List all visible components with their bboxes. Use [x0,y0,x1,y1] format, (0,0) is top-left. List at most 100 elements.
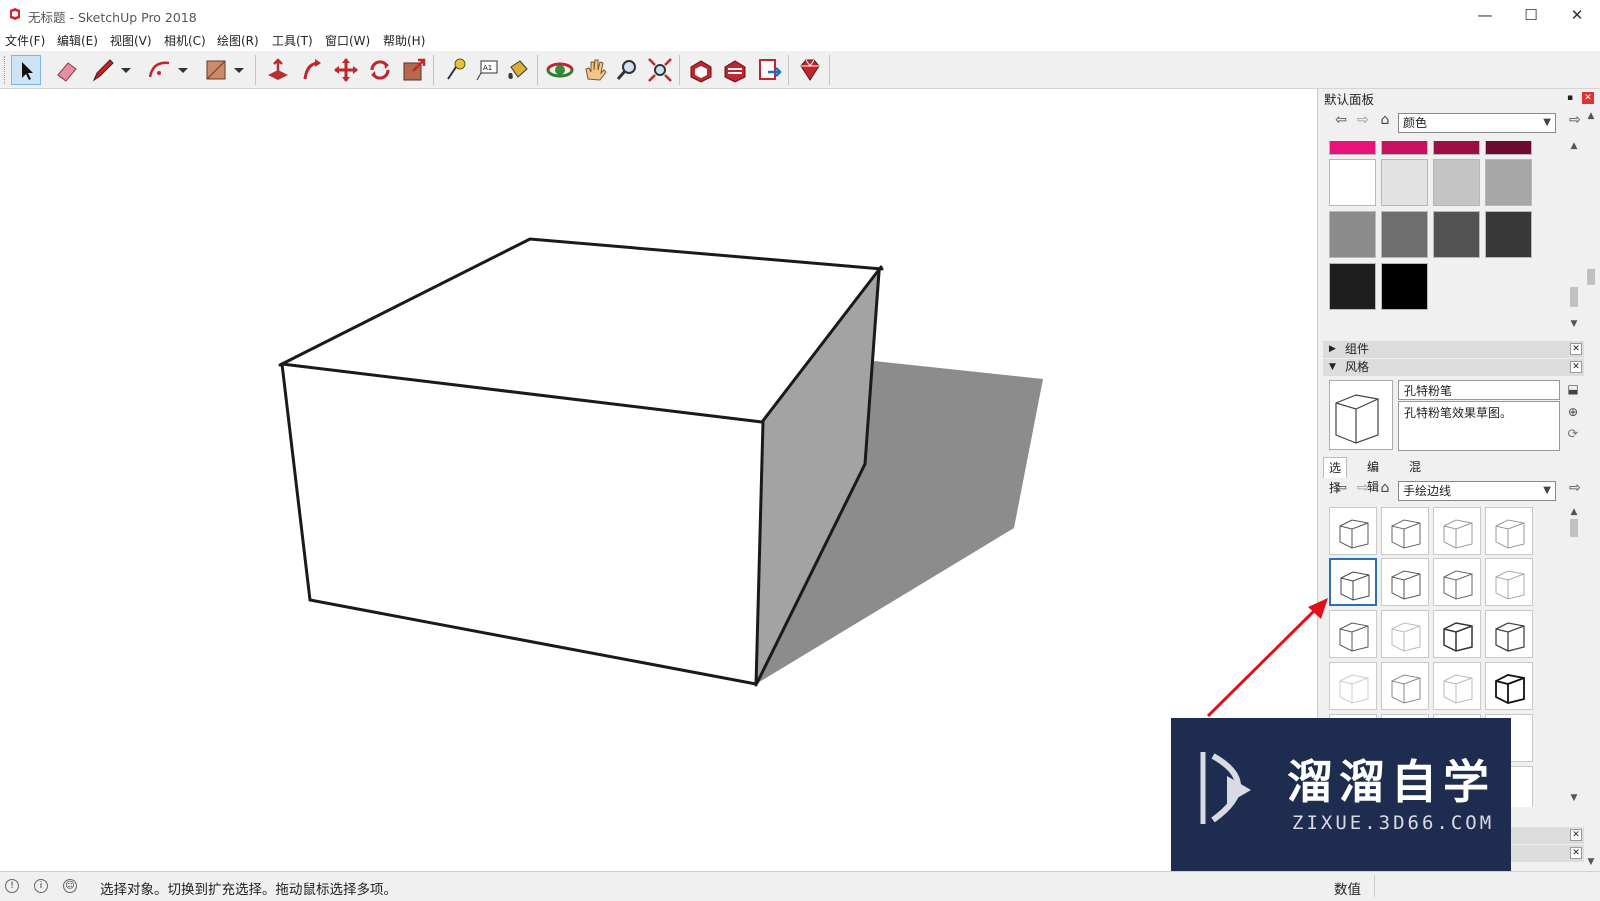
menu-camera[interactable]: 相机(C) [164,32,206,49]
rectangle-tool-icon[interactable] [201,55,231,85]
paint-bucket-tool-icon[interactable] [503,55,533,85]
style-name-field[interactable]: 孔特粉笔 [1398,380,1560,400]
material-swatch[interactable] [1329,263,1376,310]
style-thumbnail[interactable] [1433,507,1481,555]
pin-icon[interactable]: ▪ [1564,92,1576,104]
arc-dropdown-chevron-icon[interactable] [175,55,191,85]
shape-dropdown-chevron-icon[interactable] [231,55,247,85]
forward-arrow-icon[interactable]: ⇨ [1354,111,1372,129]
panel-close-icon[interactable]: ✕ [1570,847,1582,859]
panel-close-icon[interactable]: ✕ [1570,361,1582,373]
scroll-thumb[interactable] [1587,269,1595,285]
material-swatch[interactable] [1381,211,1428,258]
extension-warehouse-icon[interactable] [720,55,750,85]
user-icon[interactable]: ☺ [63,879,77,893]
material-swatch[interactable] [1329,159,1376,206]
eraser-tool-icon[interactable] [52,55,82,85]
style-thumbnail[interactable] [1329,507,1377,555]
tray-scrollbar[interactable]: ▲ ▼ [1584,109,1598,869]
zoom-extents-tool-icon[interactable] [645,55,675,85]
model-viewport[interactable] [0,89,1316,871]
style-thumbnail[interactable] [1381,558,1429,606]
follow-me-tool-icon[interactable] [297,55,327,85]
rotate-tool-icon[interactable] [365,55,395,85]
measurements-input[interactable] [1374,875,1595,897]
credits-icon[interactable]: i [34,879,48,893]
style-thumbnail[interactable] [1433,610,1481,658]
material-swatch[interactable] [1485,211,1532,258]
create-style-icon[interactable]: ⊕ [1564,403,1582,421]
pencil-line-tool-icon[interactable] [88,55,118,85]
scroll-down-icon[interactable]: ▼ [1567,791,1581,805]
material-library-select[interactable]: 颜色 ▼ [1398,113,1556,133]
tab-mix[interactable]: 混合 [1404,457,1426,494]
panel-close-icon[interactable]: ✕ [1570,343,1582,355]
scroll-up-icon[interactable]: ▲ [1584,109,1598,123]
style-thumbnail[interactable] [1485,507,1533,555]
back-arrow-icon[interactable]: ⇦ [1332,111,1350,129]
style-thumbnail[interactable] [1433,558,1481,606]
menu-window[interactable]: 窗口(W) [325,32,370,49]
home-icon[interactable]: ⌂ [1376,479,1394,497]
scroll-thumb[interactable] [1570,519,1578,537]
menu-help[interactable]: 帮助(H) [383,32,425,49]
scroll-up-icon[interactable]: ▲ [1567,505,1581,519]
materials-scrollbar[interactable]: ▲ ▼ [1567,139,1581,331]
toolbar-grip[interactable] [4,56,8,84]
components-panel-header[interactable]: ▶ 组件 ✕ [1323,341,1585,358]
maximize-button[interactable]: ☐ [1508,2,1554,28]
details-arrow-icon[interactable]: ⇨ [1566,479,1584,497]
save-style-icon[interactable]: ⬓ [1564,380,1582,398]
zoom-tool-icon[interactable] [612,55,642,85]
scroll-down-icon[interactable]: ▼ [1584,855,1598,869]
orbit-tool-icon[interactable] [545,55,575,85]
tray-close-icon[interactable]: ✕ [1582,92,1594,104]
home-icon[interactable]: ⌂ [1376,111,1394,129]
select-tool-icon[interactable] [11,55,41,85]
tape-measure-tool-icon[interactable] [440,55,470,85]
close-button[interactable]: ✕ [1554,2,1600,28]
material-swatch[interactable] [1485,141,1532,155]
details-arrow-icon[interactable]: ⇨ [1566,111,1584,129]
3d-warehouse-icon[interactable] [686,55,716,85]
menu-view[interactable]: 视图(V) [110,32,152,49]
styles-scrollbar[interactable]: ▲ ▼ [1567,505,1581,805]
style-collection-select[interactable]: 手绘边线 ▼ [1398,481,1556,501]
tab-select[interactable]: 选择 [1323,457,1348,495]
arc-tool-icon[interactable] [145,55,175,85]
scroll-thumb[interactable] [1570,287,1578,307]
scale-tool-icon[interactable] [399,55,429,85]
update-style-icon[interactable]: ⟳ [1564,426,1582,444]
style-thumbnail[interactable] [1485,558,1533,606]
material-swatch[interactable] [1381,159,1428,206]
style-thumbnail[interactable] [1485,662,1533,710]
move-tool-icon[interactable] [331,55,361,85]
forward-arrow-icon[interactable]: ⇨ [1354,479,1372,497]
sketch-box-model[interactable] [0,89,1316,871]
style-thumbnail[interactable] [1381,507,1429,555]
material-swatch[interactable] [1433,159,1480,206]
ruby-console-icon[interactable] [795,55,825,85]
push-pull-tool-icon[interactable] [263,55,293,85]
pan-hand-tool-icon[interactable] [580,55,610,85]
style-thumbnail[interactable] [1433,662,1481,710]
material-swatch[interactable] [1433,141,1480,155]
material-swatch[interactable] [1329,141,1376,155]
back-arrow-icon[interactable]: ⇦ [1332,479,1350,497]
menu-file[interactable]: 文件(F) [5,32,45,49]
menu-draw[interactable]: 绘图(R) [217,32,259,49]
text-tool-icon[interactable]: A1 [472,55,502,85]
material-swatch[interactable] [1433,211,1480,258]
material-swatch[interactable] [1381,141,1428,155]
panel-close-icon[interactable]: ✕ [1570,829,1582,841]
minimize-button[interactable]: — [1462,2,1508,28]
style-thumbnail[interactable] [1485,610,1533,658]
style-thumbnail[interactable] [1381,662,1429,710]
send-to-layout-icon[interactable] [754,55,784,85]
tab-edit[interactable]: 编辑 [1362,457,1384,494]
menu-edit[interactable]: 编辑(E) [57,32,98,49]
scroll-down-icon[interactable]: ▼ [1567,317,1581,331]
material-swatch[interactable] [1485,159,1532,206]
line-dropdown-chevron-icon[interactable] [118,55,134,85]
material-swatch[interactable] [1381,263,1428,310]
